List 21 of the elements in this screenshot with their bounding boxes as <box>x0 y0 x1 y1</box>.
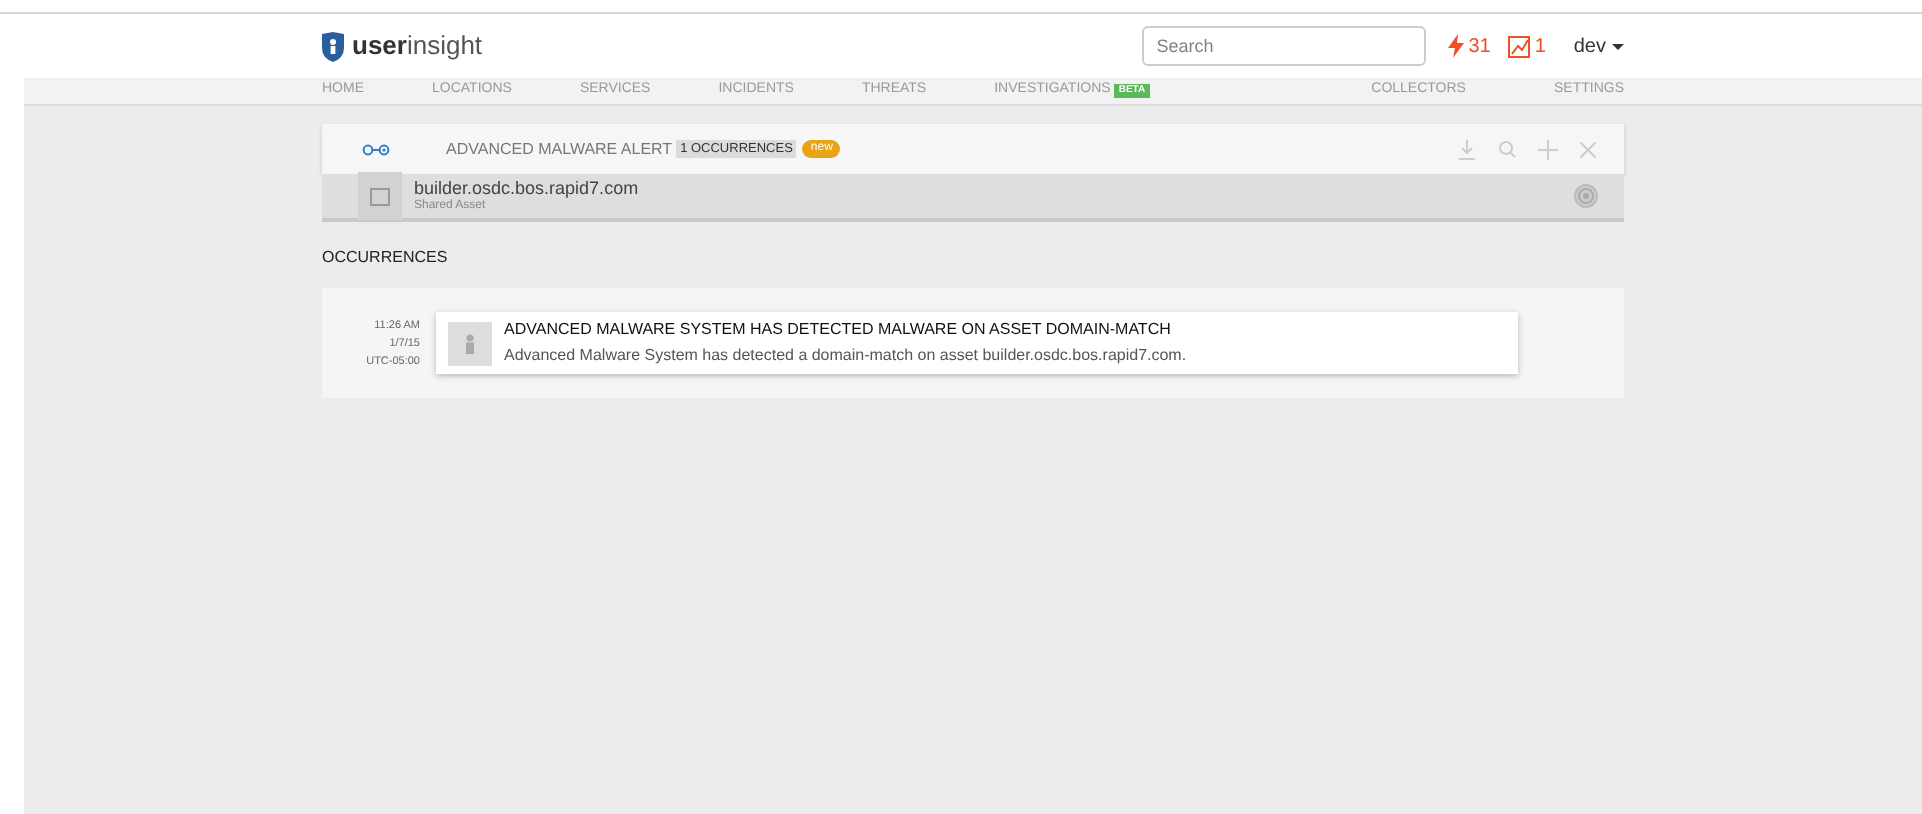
target-icon[interactable] <box>1574 184 1598 208</box>
lightning-icon <box>1448 34 1465 58</box>
chart-icon <box>1508 35 1531 57</box>
occurrence-description: Advanced Malware System has detected a domain-match on asset builder.osdc.bos.rapid7.com. <box>504 348 1187 364</box>
plus-icon[interactable] <box>1538 139 1558 159</box>
person-icon <box>464 333 476 353</box>
occurrence-title: ADVANCED MALWARE SYSTEM HAS DETECTED MALWARE ON ASSET DOMAIN-MATCH <box>504 322 1173 338</box>
incidents-count[interactable]: 1 <box>1534 31 1546 61</box>
search-field[interactable]: Search <box>1142 26 1427 66</box>
user-menu[interactable]: dev <box>1573 31 1624 61</box>
key-icon <box>362 143 390 155</box>
alerts-count[interactable]: 31 <box>1468 31 1491 61</box>
download-icon[interactable] <box>1458 139 1476 159</box>
alert-title: ADVANCED MALWARE ALERT <box>446 137 673 161</box>
logo-text: userinsight <box>352 28 483 65</box>
shield-logo-icon <box>322 31 344 61</box>
asset-icon <box>370 187 390 205</box>
asset-name[interactable]: builder.osdc.bos.rapid7.com <box>414 180 639 198</box>
occurrences-heading: OCCURRENCES <box>322 246 450 270</box>
search-icon[interactable] <box>1498 140 1516 158</box>
close-icon[interactable] <box>1580 141 1596 157</box>
